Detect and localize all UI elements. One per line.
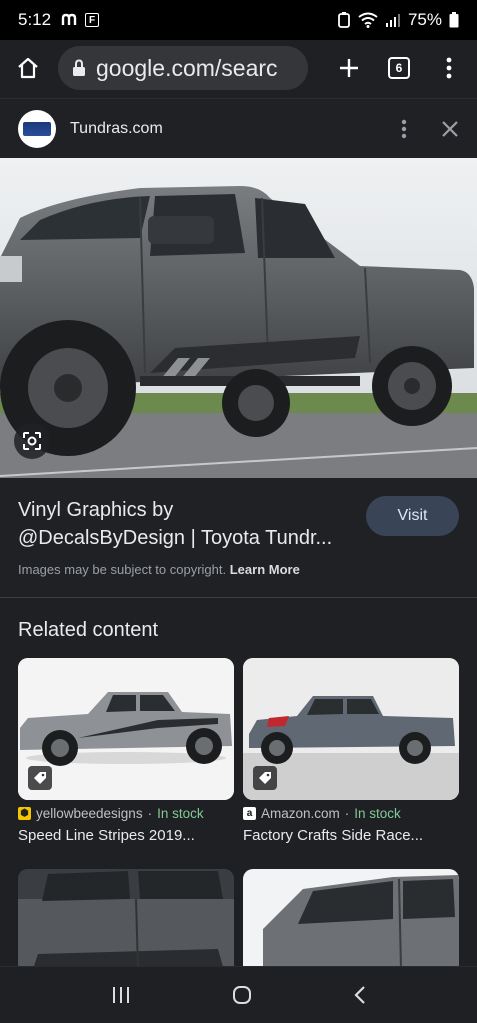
shopping-tag <box>253 766 277 790</box>
lock-icon <box>73 59 85 76</box>
tab-switcher-button[interactable]: 6 <box>381 50 417 86</box>
data-saver-icon <box>338 12 350 28</box>
image-viewer-header: Tundras.com <box>0 98 477 158</box>
price-tag-icon <box>34 772 46 784</box>
main-image[interactable] <box>0 158 477 478</box>
related-card[interactable]: a Amazon.com · In stock Factory Crafts S… <box>243 658 459 844</box>
browser-toolbar: google.com/searc 6 <box>0 40 477 96</box>
result-title[interactable]: Vinyl Graphics by @DecalsByDesign | Toyo… <box>18 496 358 552</box>
more-vert-icon <box>446 57 452 79</box>
system-nav-bar <box>0 966 477 1023</box>
notification-icon <box>61 13 77 25</box>
stock-status: In stock <box>157 806 204 821</box>
lens-icon <box>23 432 41 450</box>
truck-photo <box>0 158 477 478</box>
learn-more-link[interactable]: Learn More <box>230 562 300 577</box>
signal-icon <box>385 14 400 27</box>
tab-count: 6 <box>388 57 410 79</box>
recent-apps-icon[interactable] <box>111 986 131 1004</box>
related-heading: Related content <box>18 619 159 641</box>
price-tag-icon <box>259 772 271 784</box>
result-info: Vinyl Graphics by @DecalsByDesign | Toyo… <box>0 478 477 598</box>
related-thumbnail[interactable] <box>18 869 234 969</box>
battery-percent: 75% <box>407 10 442 29</box>
url-text: google.com/searc <box>96 54 278 81</box>
close-icon[interactable] <box>441 120 459 138</box>
browser-menu-button[interactable] <box>431 50 467 86</box>
related-thumbnail[interactable] <box>243 869 459 969</box>
related-card[interactable]: ⬢ yellowbeedesigns · In stock Speed Line… <box>18 658 234 844</box>
stock-status: In stock <box>354 806 401 821</box>
yellowbee-favicon: ⬢ <box>18 807 31 820</box>
shopping-tag <box>28 766 52 790</box>
card-title[interactable]: Factory Crafts Side Race... <box>243 827 459 844</box>
site-logo <box>18 109 56 148</box>
status-bar: 5:12 F 75% <box>0 0 477 40</box>
card-source: yellowbeedesigns <box>36 806 143 821</box>
home-button[interactable] <box>10 50 46 86</box>
amazon-favicon: a <box>243 807 256 820</box>
copyright-notice: Images may be subject to copyright. Lear… <box>18 562 300 577</box>
more-options-icon[interactable] <box>401 119 407 139</box>
wifi-icon <box>358 12 378 28</box>
flipboard-icon: F <box>85 13 100 27</box>
visit-button[interactable]: Visit <box>366 496 459 536</box>
card-source: Amazon.com <box>261 806 340 821</box>
truck-side-thumbnail <box>243 869 459 969</box>
new-tab-button[interactable] <box>331 50 367 86</box>
site-name[interactable]: Tundras.com <box>70 120 163 138</box>
battery-icon <box>449 12 459 28</box>
home-icon <box>18 57 38 79</box>
related-thumbnail[interactable] <box>18 658 234 800</box>
home-nav-icon[interactable] <box>232 985 252 1005</box>
related-thumbnail[interactable] <box>243 658 459 800</box>
truck-door-thumbnail <box>18 869 234 969</box>
status-time: 5:12 <box>18 10 52 29</box>
address-bar[interactable]: google.com/searc <box>58 46 308 90</box>
card-title[interactable]: Speed Line Stripes 2019... <box>18 827 234 844</box>
plus-icon <box>340 59 358 77</box>
back-icon[interactable] <box>353 985 367 1005</box>
google-lens-button[interactable] <box>14 423 50 459</box>
